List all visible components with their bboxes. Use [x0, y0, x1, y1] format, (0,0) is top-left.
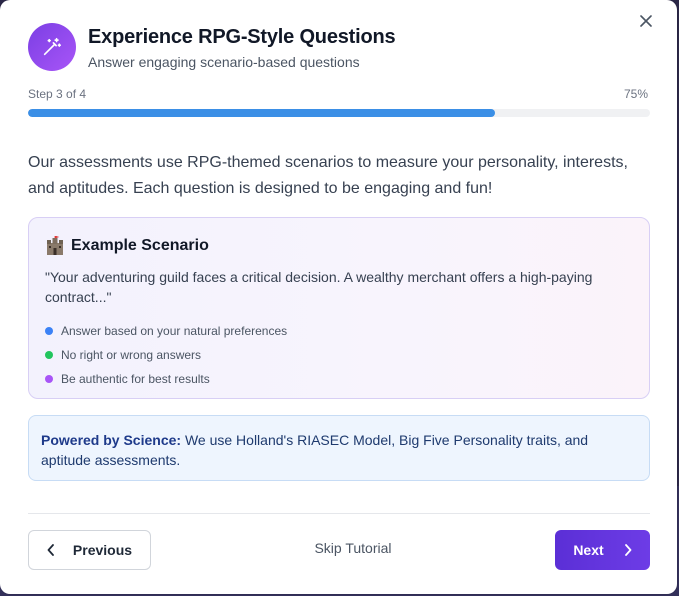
bullet-dot-icon — [45, 351, 53, 359]
previous-button-label: Previous — [72, 542, 133, 558]
modal-subtitle: Answer engaging scenario-based questions — [88, 54, 360, 70]
close-icon — [640, 14, 652, 32]
scenario-tip-text: Answer based on your natural preferences — [61, 324, 288, 338]
scenario-heading-row: Example Scenario — [45, 236, 209, 256]
bullet-dot-icon — [45, 327, 53, 335]
progress-percent: 75% — [623, 87, 648, 101]
scenario-tip-text: No right or wrong answers — [61, 348, 202, 362]
scenario-heading: Example Scenario — [71, 237, 209, 254]
science-label: Powered by Science: — [41, 432, 182, 448]
castle-icon — [45, 236, 65, 256]
scenario-tip: Answer based on your natural preferences — [45, 319, 287, 343]
science-text: Powered by Science: We use Holland's RIA… — [41, 430, 631, 470]
description-text: Our assessments use RPG-themed scenarios… — [28, 154, 628, 197]
step-indicator: Step 3 of 4 — [28, 87, 87, 101]
scenario-quote: "Your adventuring guild faces a critical… — [45, 269, 593, 305]
next-button-label: Next — [573, 542, 604, 558]
science-info-box: Powered by Science: We use Holland's RIA… — [28, 415, 650, 481]
chevron-right-icon — [624, 544, 632, 556]
skip-tutorial-button[interactable]: Skip Tutorial — [300, 540, 406, 556]
scenario-tip: No right or wrong answers — [45, 343, 287, 367]
bullet-dot-icon — [45, 375, 53, 383]
tutorial-modal: Experience RPG-Style Questions Answer en… — [0, 0, 677, 594]
magic-wand-icon — [28, 23, 76, 71]
scenario-tip: Be authentic for best results — [45, 367, 287, 391]
modal-title: Experience RPG-Style Questions — [88, 26, 396, 48]
previous-button[interactable]: Previous — [28, 530, 151, 570]
example-scenario-card: Example Scenario "Your adventuring guild… — [28, 217, 650, 399]
footer-divider — [28, 513, 650, 514]
close-button[interactable] — [635, 12, 657, 34]
scenario-tips-list: Answer based on your natural preferences… — [45, 319, 287, 391]
next-button[interactable]: Next — [555, 530, 650, 570]
progress-bar-fill — [28, 109, 495, 117]
scenario-tip-text: Be authentic for best results — [61, 372, 210, 386]
chevron-left-icon — [47, 544, 55, 556]
progress-bar — [28, 109, 650, 117]
